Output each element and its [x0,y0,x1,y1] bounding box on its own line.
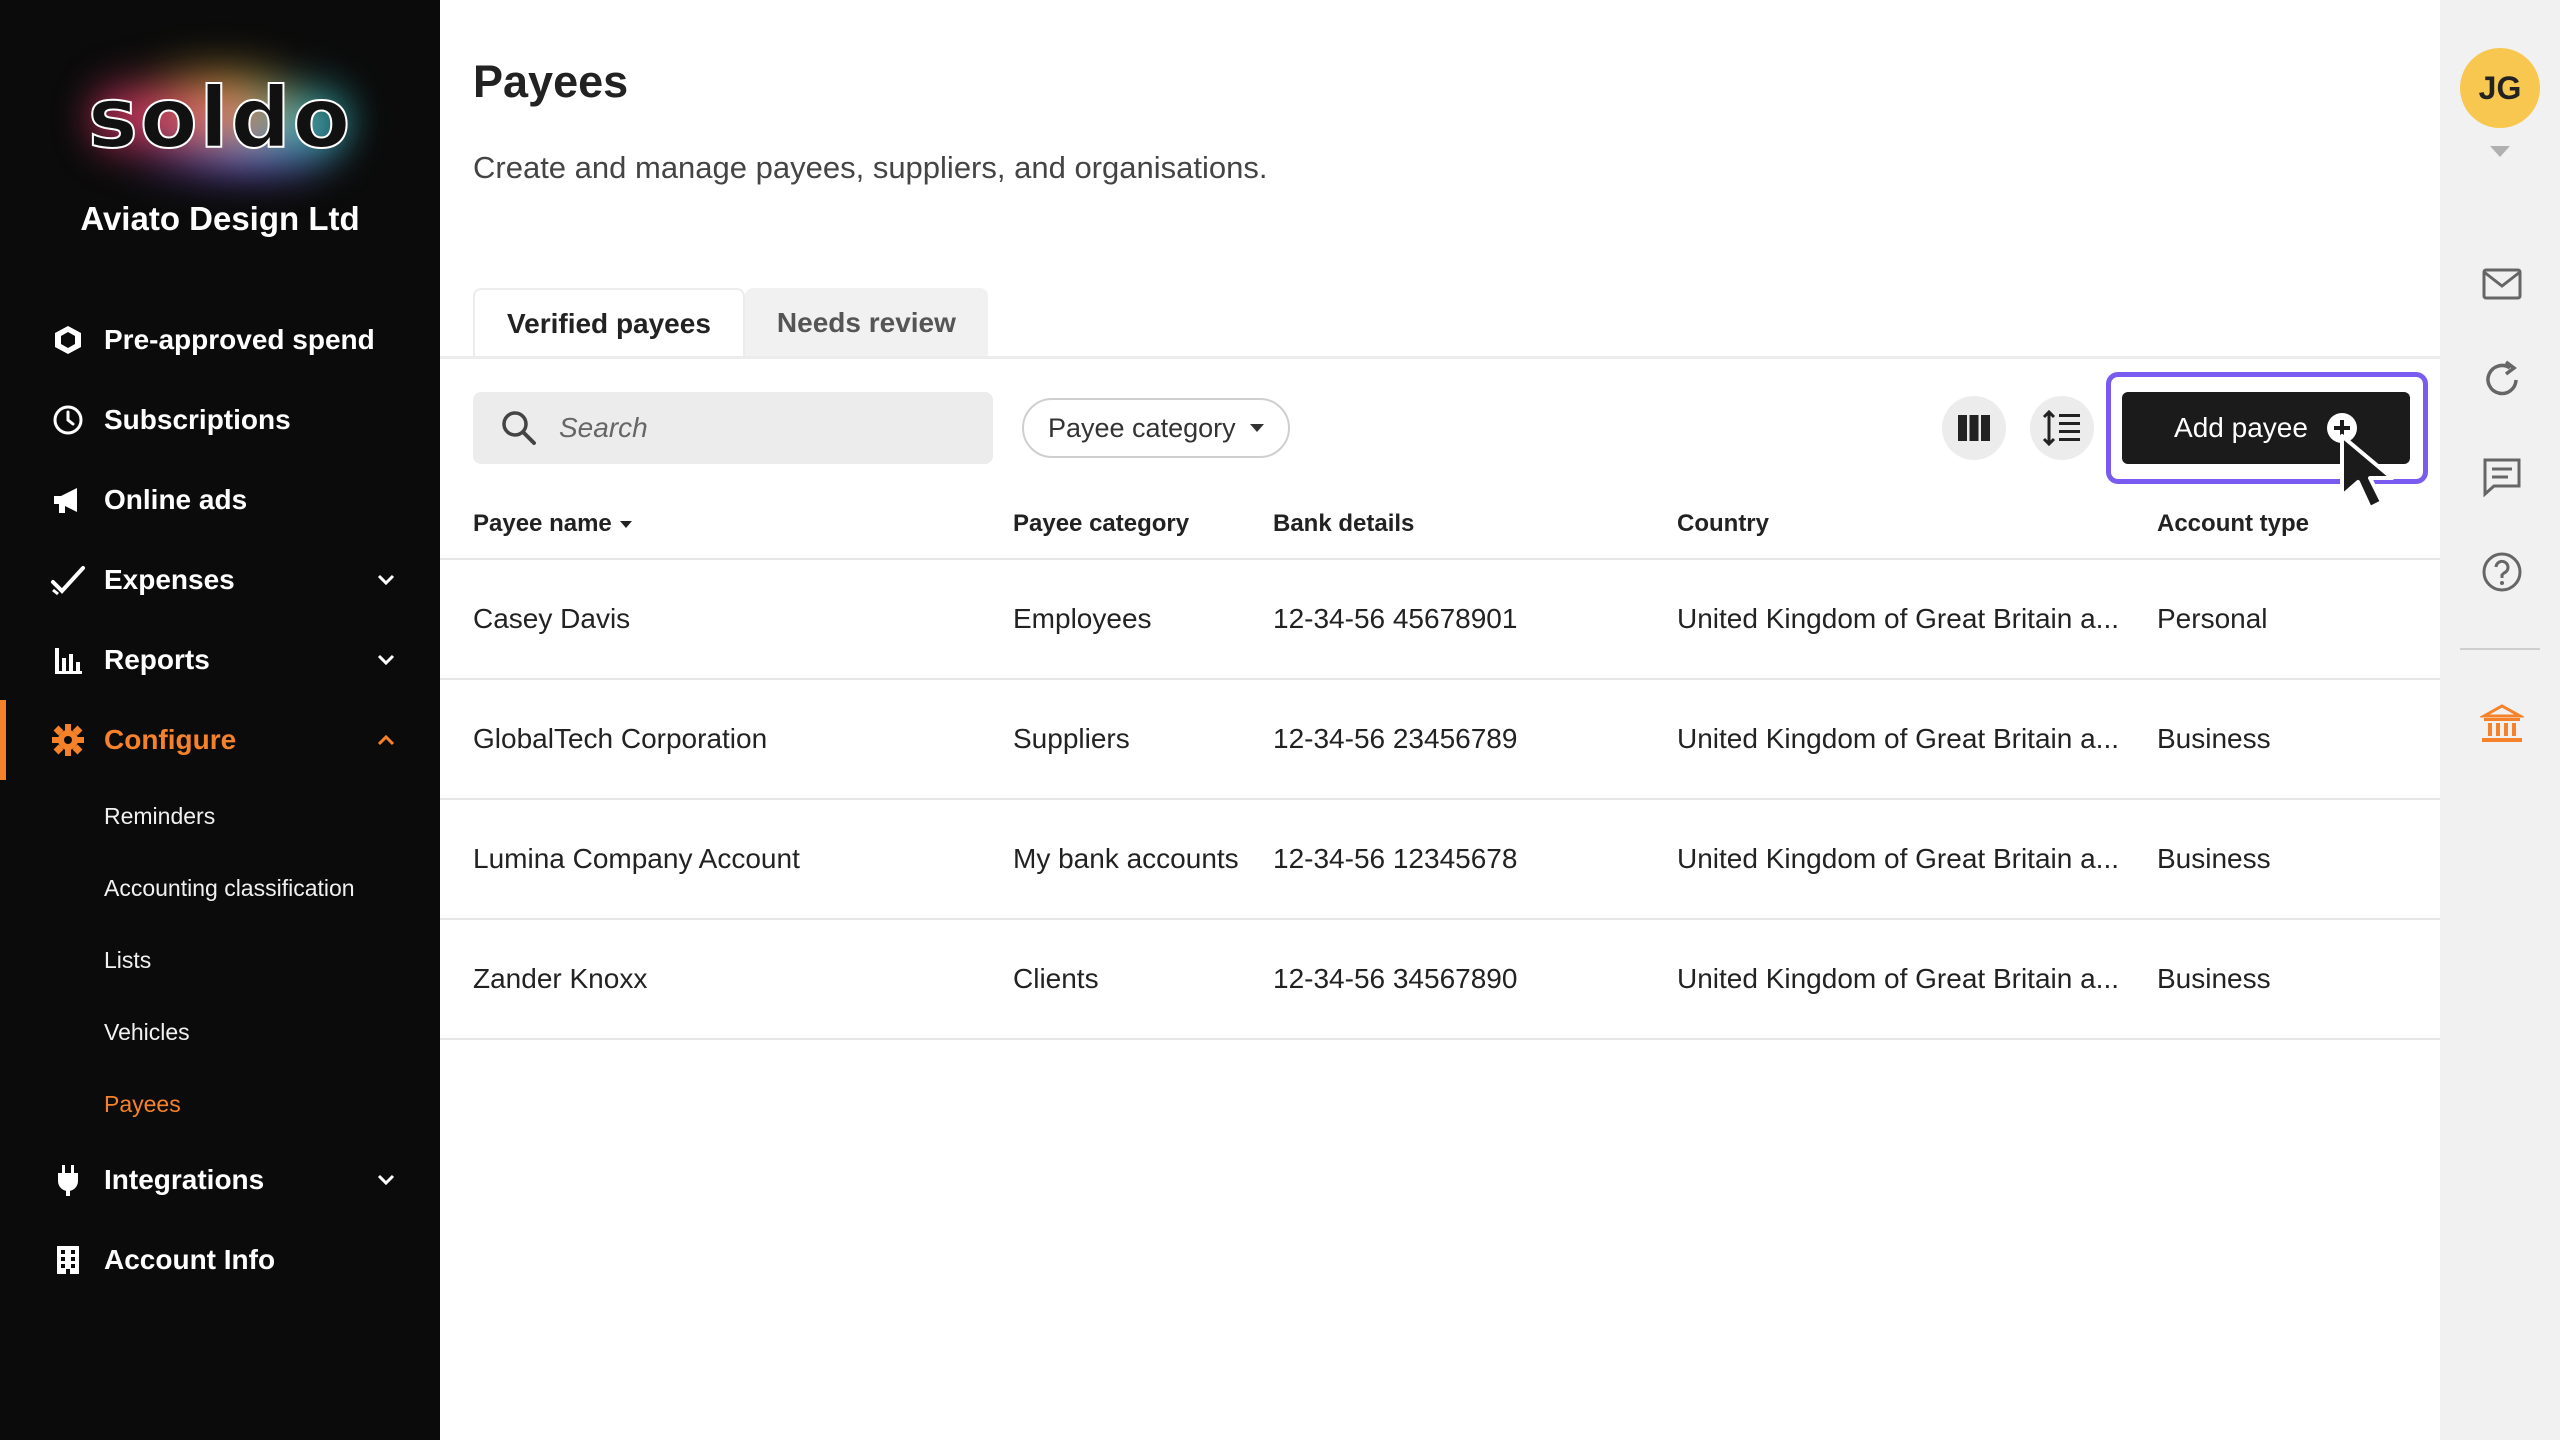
sidebar-subitem-vehicles[interactable]: Vehicles [0,996,440,1068]
sidebar-item-label: Pre-approved spend [104,324,375,355]
right-rail: JG [2440,0,2560,1440]
sidebar-item-label: Subscriptions [104,404,291,435]
cell-account-type: Personal [2157,603,2268,634]
table-row[interactable]: GlobalTech Corporation Suppliers 12-34-5… [440,680,2440,800]
column-header-account-type: Account type [2157,510,2310,537]
sidebar-item-label: Expenses [104,564,235,595]
sidebar-subitem-reminders[interactable]: Reminders [0,780,440,852]
sidebar-nav: Pre-approved spend Subscriptions Online … [0,300,440,1300]
cell-country: United Kingdom of Great Britain a... [1677,963,2119,994]
payees-table: Payee name Payee category Bank details C… [440,490,2440,1040]
cell-bank-details: 12-34-56 12345678 [1273,843,1518,874]
sidebar-subitem-lists[interactable]: Lists [0,924,440,996]
sidebar-item-reports[interactable]: Reports [0,620,440,700]
filter-label: Payee category [1048,412,1236,443]
sidebar-item-account-info[interactable]: Account Info [0,1220,440,1300]
sidebar-item-configure[interactable]: Configure [0,700,440,780]
cell-bank-details: 12-34-56 23456789 [1273,723,1518,754]
sort-caret-icon [619,520,632,528]
cell-payee-name: Lumina Company Account [473,843,800,874]
cell-payee-name: GlobalTech Corporation [473,723,768,754]
row-density-button[interactable] [2030,396,2094,460]
bank-icon[interactable] [2480,702,2524,746]
search-box[interactable] [473,392,993,464]
bar-chart-icon [50,642,86,678]
sidebar-subitem-accounting-classification[interactable]: Accounting classification [0,852,440,924]
chevron-down-icon [377,1174,395,1186]
cell-payee-category: My bank accounts [1013,843,1239,874]
avatar[interactable]: JG [2460,48,2540,128]
mail-icon[interactable] [2480,262,2524,306]
table-header: Payee name Payee category Bank details C… [440,490,2440,560]
sidebar-item-subscriptions[interactable]: Subscriptions [0,380,440,460]
column-header-bank-details: Bank details [1273,510,1415,537]
sidebar-item-label: Integrations [104,1164,265,1195]
plug-icon [50,1162,86,1198]
cell-payee-name: Zander Knoxx [473,963,648,994]
table-row[interactable]: Zander Knoxx Clients 12-34-56 34567890 U… [440,920,2440,1040]
row-density-icon [2042,410,2080,446]
payee-category-filter[interactable]: Payee category [1022,398,1290,458]
chat-icon[interactable] [2480,454,2524,498]
cell-bank-details: 12-34-56 34567890 [1273,963,1518,994]
tab-needs-review[interactable]: Needs review [744,288,988,358]
sidebar-item-integrations[interactable]: Integrations [0,1140,440,1220]
cell-account-type: Business [2157,723,2271,754]
page-subtitle: Create and manage payees, suppliers, and… [473,150,1268,185]
cell-country: United Kingdom of Great Britain a... [1677,843,2119,874]
columns-button[interactable] [1942,396,2006,460]
rail-divider [2460,648,2540,650]
cell-payee-category: Employees [1013,603,1152,634]
sidebar-item-label: Configure [104,724,237,755]
cell-bank-details: 12-34-56 45678901 [1273,603,1518,634]
sidebar-item-expenses[interactable]: Expenses [0,540,440,620]
logo-text: soldo [87,68,353,168]
cell-account-type: Business [2157,963,2271,994]
column-header-payee-name[interactable]: Payee name [440,490,1013,558]
sidebar-item-label: Account Info [104,1244,276,1275]
caret-down-icon[interactable] [2490,146,2510,157]
cell-payee-category: Suppliers [1013,723,1130,754]
tabs: Verified payees Needs review [473,288,988,358]
column-header-payee-category: Payee category [1013,510,1190,537]
columns-icon [1958,415,1990,441]
cell-payee-category: Clients [1013,963,1099,994]
cell-account-type: Business [2157,843,2271,874]
help-icon[interactable] [2480,550,2524,594]
caret-down-icon [1249,424,1264,432]
gear-icon [50,722,86,758]
check-icon [50,562,86,598]
tab-divider [440,356,2440,359]
sidebar-item-pre-approved-spend[interactable]: Pre-approved spend [0,300,440,380]
megaphone-icon [50,482,86,518]
page-title: Payees [473,56,629,107]
soldo-logo[interactable]: soldo [70,48,370,188]
sidebar-item-label: Reports [104,644,210,675]
table-row[interactable]: Lumina Company Account My bank accounts … [440,800,2440,920]
add-payee-label: Add payee [2174,412,2308,443]
sidebar-subitem-payees[interactable]: Payees [0,1068,440,1140]
cell-country: United Kingdom of Great Britain a... [1677,723,2119,754]
building-icon [50,1242,86,1278]
cell-country: United Kingdom of Great Britain a... [1677,603,2119,634]
company-name: Aviato Design Ltd [80,200,360,237]
chevron-up-icon [377,734,395,746]
cell-payee-name: Casey Davis [473,603,631,634]
column-header-country: Country [1677,510,1769,537]
chevron-down-icon [377,654,395,666]
hexagon-icon [50,322,86,358]
search-icon [502,411,536,445]
search-input[interactable] [559,412,959,444]
clock-icon [50,402,86,438]
tab-verified-payees[interactable]: Verified payees [473,288,745,358]
refresh-icon[interactable] [2480,358,2524,402]
sidebar: soldo Aviato Design Ltd Pre-approved spe… [0,0,440,1440]
sidebar-item-online-ads[interactable]: Online ads [0,460,440,540]
sidebar-item-label: Online ads [104,484,248,515]
main-content: Payees Create and manage payees, supplie… [440,0,2440,1440]
table-row[interactable]: Casey Davis Employees 12-34-56 45678901 … [440,560,2440,680]
chevron-down-icon [377,574,395,586]
